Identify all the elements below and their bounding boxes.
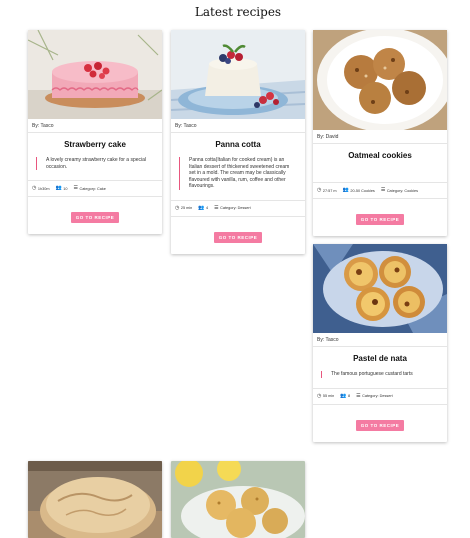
recipe-servings: 4 bbox=[206, 206, 209, 210]
recipe-author: By: Tasco bbox=[313, 333, 447, 347]
recipe-card: By: David Oatmeal cookies ◷ 27:57 m 👥 20-5… bbox=[313, 30, 447, 236]
panna-cotta-photo[interactable] bbox=[171, 30, 305, 119]
clock-icon: ◷ bbox=[175, 204, 180, 211]
recipe-category: Category: Cookies bbox=[386, 188, 419, 193]
recipe-card: By: Tasco Strawberry cake A lovely cream… bbox=[28, 30, 162, 234]
recipe-author: By: Tasco bbox=[171, 119, 305, 133]
recipe-time: 25 min bbox=[180, 206, 193, 210]
recipe-title[interactable]: Oatmeal cookies bbox=[313, 144, 447, 182]
recipe-category: Category: Dessert bbox=[362, 394, 393, 398]
go-to-recipe-button[interactable]: GO TO RECIPE bbox=[213, 231, 263, 243]
list-icon: ☰ bbox=[356, 392, 361, 399]
list-icon: ☰ bbox=[214, 204, 219, 211]
recipe-title[interactable]: Pastel de nata bbox=[313, 347, 447, 369]
recipe-time: 27:57 m bbox=[322, 188, 337, 193]
recipe-meta: ◷ 25 min 👥 4 ☰ Category: Dessert bbox=[171, 199, 305, 217]
people-icon: 👥 bbox=[198, 204, 205, 211]
people-icon: 👥 bbox=[342, 187, 349, 193]
recipe-meta: ◷ 1h30m 👥 10 ☰ Category: Cake bbox=[28, 180, 162, 197]
recipe-author: By: Tasco bbox=[28, 119, 162, 133]
recipe-card: By: Tasco Pastel de nata The famous port… bbox=[313, 244, 447, 442]
people-icon: 👥 bbox=[55, 185, 62, 191]
recipe-description: The famous portuguese custard tarts bbox=[321, 371, 437, 378]
recipe-card bbox=[171, 461, 305, 538]
recipe-servings: 10 bbox=[63, 186, 68, 191]
recipe-author: By: David bbox=[313, 130, 447, 144]
recipe-meta: ◷ 27:57 m 👥 20-50 Cookies ☰ Category: Cooki… bbox=[313, 182, 447, 199]
recipe-servings: 8 bbox=[348, 394, 351, 398]
recipe-card: By: Tasco Panna cotta Panna cotta(Italia… bbox=[171, 30, 305, 254]
recipe-description: A lovely creamy strawberry cake for a sp… bbox=[36, 157, 152, 170]
list-icon: ☰ bbox=[73, 185, 78, 191]
strawberry-cake-photo[interactable] bbox=[28, 30, 162, 119]
recipe-card bbox=[28, 461, 162, 538]
clock-icon: ◷ bbox=[317, 187, 322, 193]
pastel-de-nata-photo[interactable] bbox=[313, 244, 447, 333]
recipe-meta: ◷ 55 min 👥 8 ☰ Category: Dessert bbox=[313, 387, 447, 405]
page-title: Latest recipes bbox=[194, 5, 282, 19]
go-to-recipe-button[interactable]: GO TO RECIPE bbox=[355, 214, 405, 225]
go-to-recipe-button[interactable]: GO TO RECIPE bbox=[70, 212, 120, 223]
clock-icon: ◷ bbox=[317, 392, 322, 399]
lemon-cookies-photo[interactable] bbox=[171, 461, 305, 538]
recipe-servings: 20-50 Cookies bbox=[350, 188, 375, 193]
bread-photo[interactable] bbox=[28, 461, 162, 538]
recipe-category: Category: Dessert bbox=[220, 206, 251, 210]
recipe-category: Category: Cake bbox=[79, 186, 106, 191]
go-to-recipe-button[interactable]: GO TO RECIPE bbox=[355, 419, 405, 431]
recipe-title[interactable]: Panna cotta bbox=[171, 133, 305, 155]
clock-icon: ◷ bbox=[32, 185, 37, 191]
list-icon: ☰ bbox=[380, 187, 386, 193]
recipe-description: Panna cotta(Italian for cooked cream) is… bbox=[179, 157, 295, 190]
recipe-time: 1h30m bbox=[37, 186, 50, 191]
people-icon: 👥 bbox=[340, 392, 347, 399]
recipe-title[interactable]: Strawberry cake bbox=[28, 133, 162, 155]
recipe-time: 55 min bbox=[322, 394, 335, 398]
oatmeal-cookies-photo[interactable] bbox=[313, 30, 447, 130]
